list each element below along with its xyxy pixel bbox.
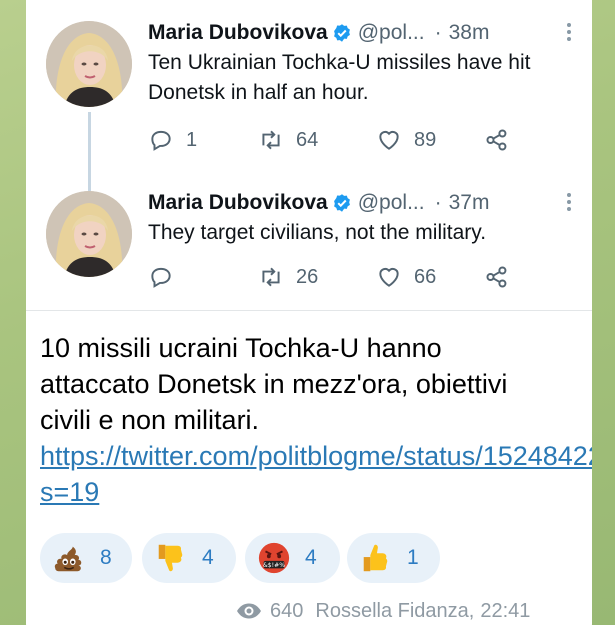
poo-emoji-icon <box>54 546 82 572</box>
retweet-button[interactable]: 64 <box>258 125 318 155</box>
tweet-text: They target civilians, not the military. <box>148 221 487 244</box>
retweet-count: 26 <box>296 265 319 288</box>
reaction-thumbs-down[interactable]: 4 <box>142 533 236 583</box>
message-time: 22:41 <box>480 599 531 622</box>
cursing-face-emoji-icon: &$!#% <box>258 542 290 574</box>
reaction-count: 4 <box>202 546 214 569</box>
separator: · <box>434 191 442 214</box>
verified-badge-icon <box>333 194 350 212</box>
reaction-cursing-face[interactable]: &$!#% 4 <box>245 533 340 583</box>
reaction-poo[interactable]: 8 <box>40 533 132 583</box>
tweet-header: Maria Dubovikova @pol... · 37m <box>148 188 572 218</box>
share-icon <box>486 129 507 151</box>
retweet-icon <box>262 267 280 287</box>
author-name[interactable]: Maria Dubovikova <box>148 21 328 45</box>
tweet-card[interactable]: Maria Dubovikova @pol... · 37m They targ… <box>26 170 592 310</box>
share-button[interactable] <box>484 125 510 155</box>
reaction-count: 4 <box>305 546 317 569</box>
message-bubble: Maria Dubovikova @pol... · 38m Ten Ukrai… <box>26 0 592 625</box>
like-count: 89 <box>414 128 437 151</box>
tweet-time[interactable]: 38m <box>449 21 490 45</box>
reaction-count: 8 <box>100 546 112 569</box>
author-name[interactable]: Maria Dubovikova <box>148 191 328 215</box>
svg-text:&$!#%: &$!#% <box>263 562 285 569</box>
reply-icon <box>151 267 171 288</box>
share-icon <box>486 266 507 288</box>
reaction-count: 1 <box>407 546 419 569</box>
reply-icon <box>151 130 171 151</box>
message-link[interactable]: https://twitter.com/politblogme/status/1… <box>40 441 592 507</box>
eye-icon <box>237 603 261 619</box>
author-handle[interactable]: @pol... <box>358 191 425 215</box>
heart-icon <box>379 267 399 287</box>
tweet-text: Ten Ukrainian Tochka-U missiles have hit… <box>148 51 531 104</box>
tweet-card[interactable]: Maria Dubovikova @pol... · 38m Ten Ukrai… <box>26 0 592 202</box>
tweet-time[interactable]: 37m <box>449 191 490 215</box>
divider <box>26 310 592 311</box>
message-meta: 640 Rossella Fidanza, 22:41 <box>236 597 530 625</box>
reply-button[interactable] <box>148 262 186 292</box>
reply-count: 1 <box>186 128 198 151</box>
verified-badge-icon <box>333 24 350 42</box>
tweet-actions: 1 64 89 <box>148 125 518 155</box>
tweet-actions: 26 66 <box>148 262 518 292</box>
avatar[interactable] <box>46 191 132 277</box>
like-button[interactable]: 89 <box>376 125 436 155</box>
message-text: 10 missili ucraini Tochka-U hanno attacc… <box>40 330 592 510</box>
like-count: 66 <box>414 265 437 288</box>
author-handle[interactable]: @pol... <box>358 21 425 45</box>
share-button[interactable] <box>484 262 510 292</box>
more-options-icon[interactable] <box>566 20 572 46</box>
more-options-icon[interactable] <box>566 190 572 216</box>
reply-button[interactable]: 1 <box>148 125 197 155</box>
tweet-header: Maria Dubovikova @pol... · 38m <box>148 18 572 48</box>
separator: · <box>434 21 442 44</box>
thumbs-down-emoji-icon <box>158 544 183 572</box>
retweet-button[interactable]: 26 <box>258 262 318 292</box>
like-button[interactable]: 66 <box>376 262 436 292</box>
message-body: 10 missili ucraini Tochka-U hanno attacc… <box>40 333 508 435</box>
heart-icon <box>379 130 399 150</box>
reaction-thumbs-up[interactable]: 1 <box>347 533 440 583</box>
retweet-icon <box>262 130 280 150</box>
view-count: 640 <box>270 599 304 622</box>
message-author: Rossella Fidanza, <box>315 599 475 622</box>
thumbs-up-emoji-icon <box>363 544 388 572</box>
avatar[interactable] <box>46 21 132 107</box>
retweet-count: 64 <box>296 128 319 151</box>
